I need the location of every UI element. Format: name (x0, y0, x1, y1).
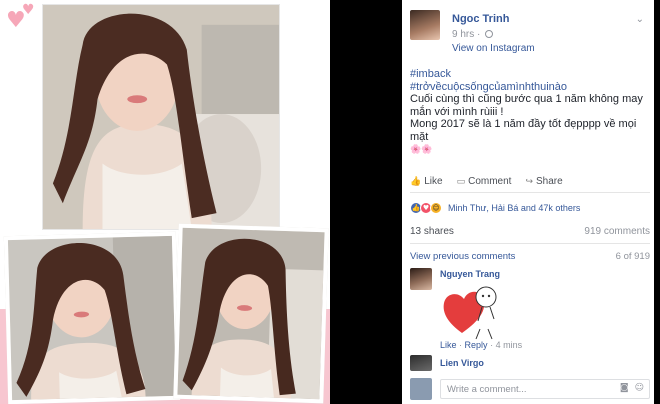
meta-separator: · (477, 29, 484, 40)
comment-button[interactable]: ▭ Comment (457, 176, 512, 187)
view-previous-comments-link[interactable]: View previous comments (410, 251, 515, 262)
comment-reply-link[interactable]: Reply (465, 340, 488, 350)
comment-separator: · (490, 340, 494, 350)
photo-collage[interactable]: ♥ ♥ (0, 0, 330, 404)
post-meta: 9 hrs · (452, 29, 494, 40)
thumbs-up-icon: 👍 (410, 177, 422, 187)
comment-separator: · (459, 340, 463, 350)
post-counts: 13 shares 919 comments (410, 226, 650, 244)
decorative-heart-icon: ♥ (22, 2, 35, 18)
author-avatar[interactable] (410, 10, 440, 40)
commenter-name[interactable]: Lien Virgo (440, 358, 484, 368)
comment-actions: Like · Reply · 4 mins (440, 340, 522, 350)
globe-icon (485, 30, 494, 39)
hashtag-link[interactable]: #trởvềcuộcsốngcủamìnhthuinào (410, 81, 650, 94)
share-icon: ↪ (525, 177, 533, 187)
reactions-summary[interactable]: 👍 ♥ ☺ Minh Thư, Hải Bá and 47k others (410, 199, 650, 217)
post-body-line: Cuối cùng thì cũng bước qua 1 năm không … (410, 93, 643, 118)
commenter-avatar[interactable] (410, 268, 432, 290)
commenter-avatar[interactable] (410, 355, 432, 371)
post-header: Ngoc Trinh 9 hrs · View on Instagram ⌄ (410, 10, 654, 54)
haha-icon: ☺ (430, 202, 442, 214)
emoji-icon[interactable]: ☺ (635, 383, 644, 393)
post-text: #imback #trởvềcuộcsốngcủamìnhthuinào Cuố… (410, 68, 650, 157)
chevron-down-icon[interactable]: ⌄ (636, 14, 644, 25)
camera-icon[interactable]: ◙ (620, 383, 629, 393)
main-photo[interactable] (42, 4, 280, 230)
like-label: Like (424, 176, 443, 187)
comment-input-icons: ◙ ☺ (620, 383, 644, 393)
comments-count[interactable]: 919 comments (584, 226, 650, 243)
flower-emoji: 🌸🌸 (410, 145, 433, 155)
commenter-name[interactable]: Nguyen Trang (440, 269, 500, 279)
heart-sticker (440, 281, 502, 341)
comment-input[interactable]: Write a comment... (440, 379, 650, 399)
reaction-names[interactable]: Minh Thư, Hải Bá and 47k others (448, 203, 580, 213)
write-comment-row: Write a comment... ◙ ☺ (410, 378, 650, 400)
comment-like-link[interactable]: Like (440, 340, 457, 350)
view-on-instagram-link[interactable]: View on Instagram (452, 43, 535, 54)
hashtag-link[interactable]: #imback (410, 68, 650, 81)
comment-label: Comment (468, 176, 512, 187)
author-name[interactable]: Ngoc Trinh (452, 13, 509, 25)
post-time[interactable]: 9 hrs (452, 29, 474, 40)
share-button[interactable]: ↪ Share (525, 176, 562, 187)
shares-count[interactable]: 13 shares (410, 226, 454, 243)
post-panel: Ngoc Trinh 9 hrs · View on Instagram ⌄ #… (402, 0, 654, 404)
comments-page-indicator: 6 of 919 (615, 251, 650, 262)
current-user-avatar (410, 378, 432, 400)
post-actions: 👍 Like ▭ Comment ↪ Share (410, 171, 650, 193)
left-photo[interactable] (3, 231, 181, 404)
previous-comments-row: View previous comments 6 of 919 (410, 251, 650, 262)
right-photo[interactable] (173, 223, 329, 404)
share-label: Share (536, 176, 563, 187)
post-body-line: Mong 2017 sẽ là 1 năm đầy tốt đẹpppp về … (410, 118, 637, 143)
comment-icon: ▭ (456, 177, 466, 187)
like-button[interactable]: 👍 Like (410, 176, 443, 187)
comment-time[interactable]: 4 mins (496, 340, 523, 350)
